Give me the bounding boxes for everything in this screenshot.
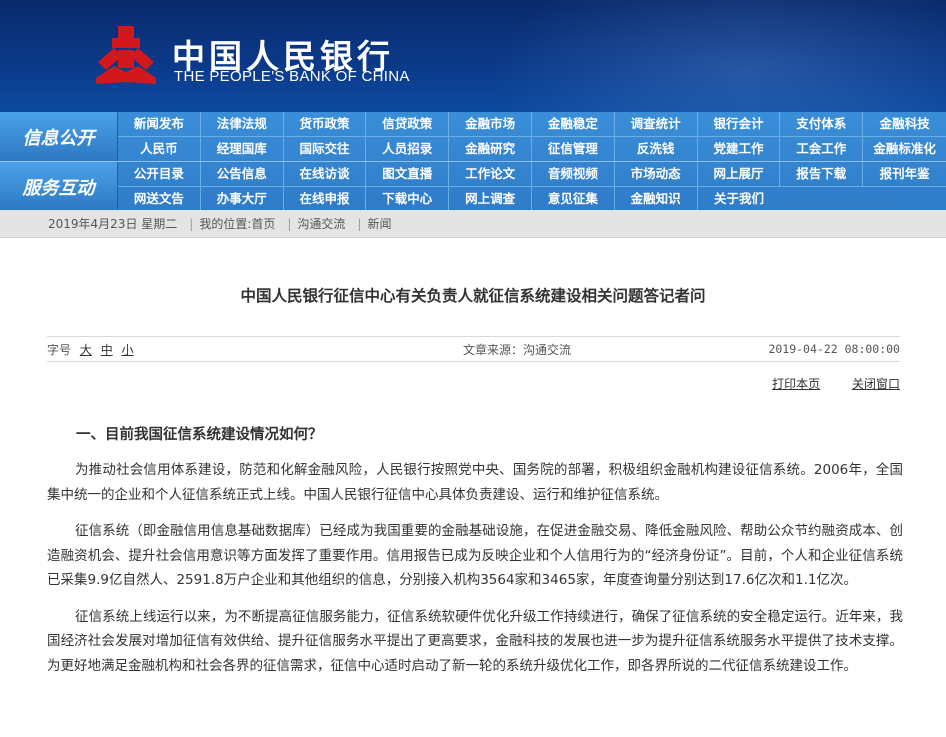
nav-block-info: 信息公开 新闻发布 法律法规 货币政策 信贷政策 金融市场 金融稳定 调查统计 … — [0, 112, 946, 161]
nav-item[interactable]: 法律法规 — [201, 112, 284, 136]
nav-item[interactable]: 公告信息 — [201, 162, 284, 186]
breadcrumb-level1[interactable]: 沟通交流 — [297, 215, 345, 232]
font-size-label: 字号 — [47, 342, 72, 357]
breadcrumb-separator: | — [357, 216, 362, 231]
article-tools: 打印本页 关闭窗口 — [744, 375, 900, 392]
nav-item[interactable]: 国际交往 — [284, 137, 367, 161]
site-header: 中国人民银行 THE PEOPLE'S BANK OF CHINA — [0, 0, 946, 112]
nav-item[interactable]: 调查统计 — [615, 112, 698, 136]
bank-name-en: THE PEOPLE'S BANK OF CHINA — [174, 68, 410, 85]
nav-row-3: 公开目录 公告信息 在线访谈 图文直播 工作论文 音频视频 市场动态 网上展厅 … — [118, 162, 946, 186]
nav-item[interactable]: 党建工作 — [698, 137, 781, 161]
header-glow — [486, 0, 946, 112]
nav-item[interactable]: 银行会计 — [698, 112, 781, 136]
nav-item[interactable]: 金融知识 — [615, 187, 698, 211]
nav-item[interactable]: 金融科技 — [863, 112, 946, 136]
nav-block-service: 服务互动 公开目录 公告信息 在线访谈 图文直播 工作论文 音频视频 市场动态 … — [0, 161, 946, 211]
nav-item[interactable]: 图文直播 — [366, 162, 450, 186]
nav-item[interactable]: 反洗钱 — [615, 137, 698, 161]
article-paragraph: 征信系统上线运行以来，为不断提高征信服务能力，征信系统软硬件优化升级工作持续进行… — [47, 608, 903, 674]
nav-item[interactable]: 市场动态 — [615, 162, 698, 186]
nav-item[interactable]: 报刊年鉴 — [863, 162, 946, 186]
font-medium-link[interactable]: 中 — [101, 343, 113, 357]
nav-block-title-service: 服务互动 — [0, 162, 118, 211]
nav-item[interactable]: 办事大厅 — [201, 187, 284, 211]
close-window-link[interactable]: 关闭窗口 — [852, 377, 900, 391]
nav-item[interactable]: 人员招录 — [366, 137, 450, 161]
nav-row-4: 网送文告 办事大厅 在线申报 下载中心 网上调查 意见征集 金融知识 关于我们 — [118, 187, 946, 211]
nav-item[interactable]: 网上展厅 — [698, 162, 781, 186]
nav-item[interactable]: 货币政策 — [284, 112, 367, 136]
breadcrumb: 2019年4月23日 星期二 | 我的位置:首页 | 沟通交流 | 新闻 — [0, 210, 946, 238]
nav-item[interactable]: 工作论文 — [449, 162, 532, 186]
pboc-logo-icon[interactable] — [92, 22, 160, 90]
nav-item[interactable]: 意见征集 — [532, 187, 615, 211]
nav-item[interactable]: 信贷政策 — [366, 112, 450, 136]
print-link[interactable]: 打印本页 — [772, 377, 820, 391]
nav-item[interactable]: 音频视频 — [532, 162, 615, 186]
article-meta: 字号 大 中 小 文章来源：沟通交流 2019-04-22 08:00:00 — [47, 336, 900, 362]
nav-item[interactable]: 在线访谈 — [284, 162, 367, 186]
breadcrumb-separator: | — [189, 216, 194, 231]
nav-item[interactable]: 支付体系 — [780, 112, 864, 136]
nav-item[interactable]: 金融稳定 — [532, 112, 615, 136]
nav-item[interactable]: 工会工作 — [780, 137, 864, 161]
current-date: 2019年4月23日 星期二 — [48, 217, 178, 231]
breadcrumb-separator: | — [287, 216, 292, 231]
nav-item[interactable]: 金融市场 — [449, 112, 532, 136]
article-paragraph: 征信系统（即金融信用信息基础数据库）已经成为我国重要的金融基础设施，在促进金融交… — [47, 523, 903, 588]
main-nav: 信息公开 新闻发布 法律法规 货币政策 信贷政策 金融市场 金融稳定 调查统计 … — [0, 112, 946, 211]
article-datetime: 2019-04-22 08:00:00 — [768, 342, 900, 356]
nav-row-2: 人民币 经理国库 国际交往 人员招录 金融研究 征信管理 反洗钱 党建工作 工会… — [118, 137, 946, 161]
nav-row-1: 新闻发布 法律法规 货币政策 信贷政策 金融市场 金融稳定 调查统计 银行会计 … — [118, 112, 946, 136]
article-title: 中国人民银行征信中心有关负责人就征信系统建设相关问题答记者问 — [240, 287, 706, 305]
nav-item[interactable]: 网送文告 — [118, 187, 201, 211]
font-small-link[interactable]: 小 — [122, 343, 134, 357]
nav-item[interactable]: 金融研究 — [449, 137, 532, 161]
article-paragraph: 为推动社会信用体系建设，防范和化解金融风险，人民银行按照党中央、国务院的部署，积… — [47, 462, 903, 503]
nav-item[interactable]: 报告下载 — [780, 162, 864, 186]
nav-item[interactable]: 金融标准化 — [863, 137, 946, 161]
nav-item[interactable]: 下载中心 — [366, 187, 450, 211]
nav-block-title-info: 信息公开 — [0, 112, 118, 161]
font-size-switcher: 字号 大 中 小 — [47, 341, 347, 358]
article-body: 为推动社会信用体系建设，防范和化解金融风险，人民银行按照党中央、国务院的部署，积… — [47, 458, 903, 690]
nav-item[interactable]: 公开目录 — [118, 162, 201, 186]
nav-item[interactable]: 人民币 — [118, 137, 201, 161]
article-source: 文章来源：沟通交流 — [462, 342, 571, 357]
breadcrumb-level2[interactable]: 新闻 — [367, 215, 391, 232]
nav-item[interactable]: 新闻发布 — [118, 112, 201, 136]
nav-item[interactable]: 征信管理 — [532, 137, 615, 161]
nav-item[interactable]: 关于我们 — [698, 187, 781, 211]
section-heading: 一、目前我国征信系统建设情况如何？ — [76, 427, 323, 443]
nav-item[interactable]: 网上调查 — [449, 187, 532, 211]
nav-item[interactable]: 经理国库 — [201, 137, 284, 161]
nav-item[interactable]: 在线申报 — [284, 187, 367, 211]
breadcrumb-home[interactable]: 我的位置:首页 — [199, 215, 275, 232]
font-large-link[interactable]: 大 — [80, 343, 92, 357]
